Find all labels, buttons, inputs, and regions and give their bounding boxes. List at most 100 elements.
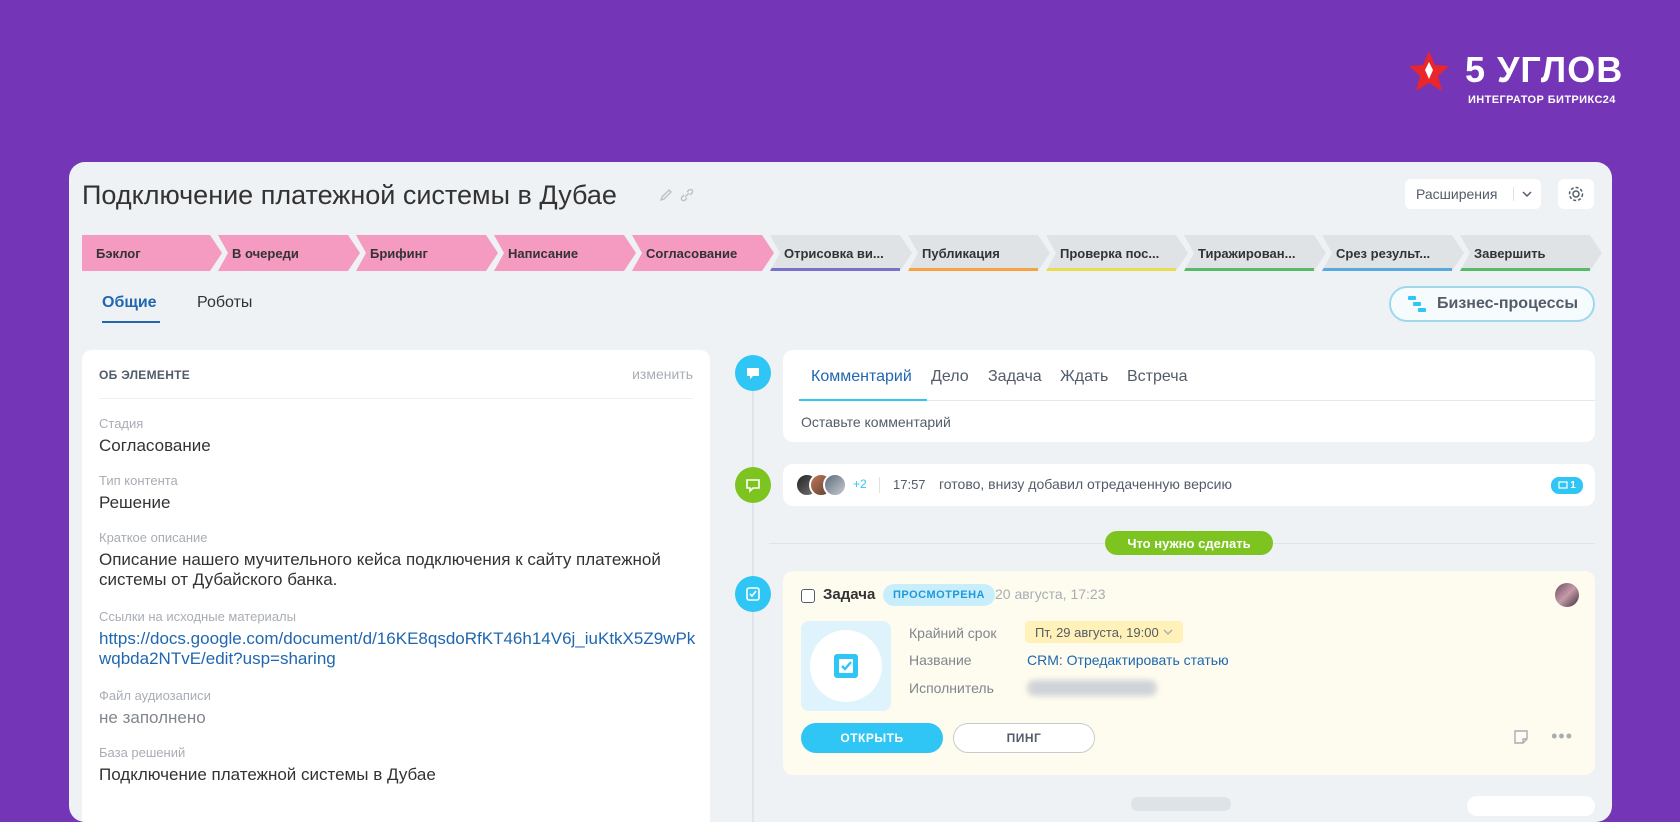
stage-color-bar (1322, 268, 1452, 271)
ping-button[interactable]: ПИНГ (953, 723, 1095, 753)
note-icon[interactable] (1513, 729, 1529, 750)
open-button[interactable]: ОТКРЫТЬ (801, 723, 943, 753)
avatar (823, 473, 847, 497)
todo-section-label: Что нужно сделать (1105, 531, 1273, 555)
extensions-label: Расширения (1416, 186, 1498, 202)
assignee-name-blurred (1027, 680, 1157, 696)
pencil-icon[interactable] (659, 188, 673, 205)
stage-color-bar (1184, 268, 1314, 271)
tab-robots[interactable]: Роботы (197, 294, 252, 312)
history-text: готово, внизу добавил отредаченную верси… (939, 476, 1232, 492)
settings-button[interactable] (1558, 179, 1594, 209)
stage-item[interactable]: В очереди (218, 235, 360, 271)
tab-general[interactable]: Общие (102, 294, 157, 312)
task-checkbox[interactable] (801, 589, 815, 603)
status-badge: ПРОСМОТРЕНА (883, 584, 995, 606)
stage-item[interactable]: Тиражирован... (1184, 235, 1326, 271)
next-item-placeholder (1131, 797, 1231, 811)
stage-item[interactable]: Бэклог (82, 235, 222, 271)
history-time: 17:57 (893, 477, 926, 492)
link-icon[interactable] (679, 188, 695, 205)
about-edit-link[interactable]: изменить (632, 366, 693, 382)
page-title: Подключение платежной системы в Дубае (82, 180, 617, 210)
stage-label: Написание (508, 245, 579, 261)
comment-timeline-icon (735, 355, 771, 391)
tab-task[interactable]: Задача (988, 368, 1042, 386)
stage-label: Срез результ... (1336, 245, 1431, 261)
stage-label: Отрисовка ви... (784, 245, 884, 261)
stage-color-bar (908, 268, 1038, 271)
stage-color-bar (1460, 268, 1590, 271)
about-heading: ОБ ЭЛЕМЕНТЕ (99, 368, 191, 382)
field-value: Решение (99, 493, 171, 512)
stage-item[interactable]: Брифинг (356, 235, 498, 271)
task-name-link[interactable]: CRM: Отредактировать статью (1027, 652, 1229, 668)
stage-color-bar (770, 268, 900, 271)
stage-item-current[interactable]: Согласование (632, 235, 774, 271)
history-item[interactable]: +2 17:57 готово, внизу добавил отредачен… (783, 464, 1595, 506)
stage-item-finish[interactable]: Завершить (1460, 235, 1602, 271)
chevron-down-icon (1163, 629, 1173, 635)
field-stage: Стадия Согласование (99, 416, 699, 456)
stage-label: Брифинг (370, 245, 428, 261)
next-item-placeholder (1467, 796, 1595, 816)
brand-title: 5 УГЛОВ (1465, 49, 1624, 90)
more-participants: +2 (853, 477, 867, 491)
field-label: Тип контента (99, 473, 178, 488)
deadline-selector[interactable]: Пт, 29 августа, 19:00 (1025, 621, 1183, 643)
field-label: Файл аудиозаписи (99, 688, 211, 703)
field-value: Согласование (99, 436, 211, 455)
business-processes-button[interactable]: Бизнес-процессы (1389, 286, 1595, 322)
stage-item[interactable]: Отрисовка ви... (770, 235, 912, 271)
field-content-type: Тип контента Решение (99, 473, 699, 513)
comments-count-badge[interactable]: 1 (1551, 477, 1583, 494)
deal-card: Подключение платежной системы в Дубае Ра… (69, 162, 1612, 822)
business-processes-label: Бизнес-процессы (1437, 295, 1579, 312)
stage-bar: Бэклог В очереди Брифинг Написание Согла… (82, 235, 1602, 271)
tab-active-underline (102, 321, 160, 323)
field-solutions-base: База решений Подключение платежной систе… (99, 745, 699, 785)
field-value: не заполнено (99, 708, 206, 727)
stage-label: Согласование (646, 245, 738, 261)
extensions-button[interactable]: Расширения (1405, 179, 1541, 209)
tab-wait[interactable]: Ждать (1060, 368, 1108, 386)
tab-meeting[interactable]: Встреча (1127, 368, 1188, 386)
stage-label: Завершить (1474, 245, 1546, 261)
task-preview (801, 621, 891, 711)
field-value: Описание нашего мучительного кейса подкл… (99, 550, 661, 589)
field-short-description: Краткое описание Описание нашего мучител… (99, 530, 699, 590)
brand-subtitle: ИНТЕГРАТОР БИТРИКС24 (1468, 94, 1616, 106)
source-link[interactable]: https://docs.google.com/document/d/16KE8… (99, 629, 699, 669)
stage-color-bar (1046, 268, 1176, 271)
task-timeline-icon (735, 576, 771, 612)
stage-label: Публикация (922, 245, 1000, 261)
name-label: Название (909, 652, 972, 668)
comment-editor: Комментарий Дело Задача Ждать Встреча Ос… (783, 350, 1595, 442)
business-process-icon (1408, 296, 1426, 312)
stage-item[interactable]: Проверка пос... (1046, 235, 1188, 271)
stage-item[interactable]: Написание (494, 235, 636, 271)
logo-star-icon (1409, 51, 1449, 91)
task-date: 20 августа, 17:23 (995, 586, 1106, 602)
stage-label: Тиражирован... (1198, 245, 1296, 261)
chat-timeline-icon (735, 467, 771, 503)
divider (99, 398, 693, 399)
tab-activity[interactable]: Дело (931, 368, 969, 386)
field-label: База решений (99, 745, 186, 760)
stage-item[interactable]: Публикация (908, 235, 1050, 271)
task-card: Задача ПРОСМОТРЕНА 20 августа, 17:23 Кра… (783, 571, 1595, 775)
tab-active-underline (799, 399, 927, 401)
field-source-links: Ссылки на исходные материалы https://doc… (99, 609, 699, 669)
comment-count-icon (1558, 480, 1568, 489)
field-label: Краткое описание (99, 530, 208, 545)
stage-label: Бэклог (96, 245, 141, 261)
avatar[interactable] (1555, 583, 1579, 607)
task-check-icon (834, 654, 858, 678)
stage-label: Проверка пос... (1060, 245, 1160, 261)
more-icon[interactable]: ••• (1551, 727, 1573, 745)
field-audio-file: Файл аудиозаписи не заполнено (99, 688, 699, 728)
brand-logo: 5 УГЛОВ ИНТЕГРАТОР БИТРИКС24 (1408, 46, 1622, 106)
comment-input[interactable]: Оставьте комментарий (801, 414, 951, 430)
stage-item[interactable]: Срез результ... (1322, 235, 1464, 271)
tab-comment[interactable]: Комментарий (811, 368, 912, 386)
